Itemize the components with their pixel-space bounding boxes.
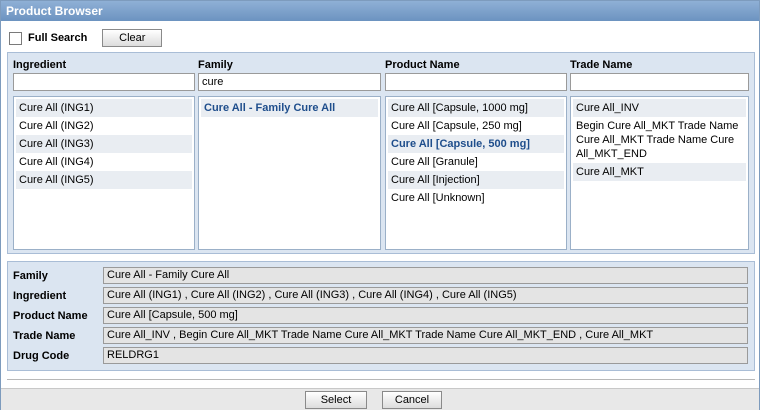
detail-row-ingredient: Ingredient Cure All (ING1) , Cure All (I… [8,287,754,305]
full-search-label: Full Search [28,32,88,44]
detail-family-value: Cure All - Family Cure All [103,267,748,284]
list-item[interactable]: Cure All [Capsule, 250 mg] [388,117,564,135]
list-item[interactable]: Cure All [Unknown] [388,189,564,207]
list-item[interactable]: Cure All_INV [573,99,746,117]
detail-product-name-value: Cure All [Capsule, 500 mg] [103,307,748,324]
list-item[interactable]: Cure All (ING3) [16,135,192,153]
trade-name-header: Trade Name [570,59,633,71]
list-item[interactable]: Cure All [Capsule, 1000 mg] [388,99,564,117]
detail-ingredient-value: Cure All (ING1) , Cure All (ING2) , Cure… [103,287,748,304]
detail-trade-name-label: Trade Name [13,330,76,342]
list-item[interactable]: Cure All_MKT [573,163,746,181]
detail-family-label: Family [13,270,48,282]
trade-name-filter-input[interactable] [570,73,749,91]
clear-button[interactable]: Clear [102,29,163,47]
detail-row-trade-name: Trade Name Cure All_INV , Begin Cure All… [8,327,754,345]
list-item[interactable]: Cure All [Injection] [388,171,564,189]
product-name-filter-input[interactable] [385,73,567,91]
list-item[interactable]: Cure All (ING4) [16,153,192,171]
detail-row-family: Family Cure All - Family Cure All [8,267,754,285]
product-name-list[interactable]: Cure All [Capsule, 1000 mg] Cure All [Ca… [385,96,567,250]
cancel-button[interactable]: Cancel [382,391,442,409]
select-button[interactable]: Select [305,391,367,409]
list-item[interactable]: Cure All (ING2) [16,117,192,135]
ingredient-filter-input[interactable] [13,73,195,91]
detail-drug-code-value: RELDRG1 [103,347,748,364]
full-search-checkbox[interactable] [9,31,22,45]
ingredient-header: Ingredient [13,59,67,71]
list-item[interactable]: Cure All (ING1) [16,99,192,117]
product-browser-window: Product Browser Full Search Clear Ingred… [0,0,760,410]
divider [7,379,755,380]
ingredient-list[interactable]: Cure All (ING1) Cure All (ING2) Cure All… [13,96,195,250]
detail-trade-name-value: Cure All_INV , Begin Cure All_MKT Trade … [103,327,748,344]
list-item[interactable]: Cure All (ING5) [16,171,192,189]
browser-panel: Ingredient Cure All (ING1) Cure All (ING… [7,52,755,254]
family-header: Family [198,59,233,71]
detail-row-product-name: Product Name Cure All [Capsule, 500 mg] [8,307,754,325]
family-filter-input[interactable] [198,73,381,91]
detail-product-name-label: Product Name [13,310,88,322]
search-options: Full Search Clear [9,28,163,48]
product-name-header: Product Name [385,59,460,71]
list-item[interactable]: Begin Cure All_MKT Trade Name Cure All_M… [573,117,746,163]
detail-drug-code-label: Drug Code [13,350,70,362]
list-item[interactable]: Cure All [Granule] [388,153,564,171]
family-list[interactable]: Cure All - Family Cure All [198,96,381,250]
list-item[interactable]: Cure All [Capsule, 500 mg] [388,135,564,153]
trade-name-list[interactable]: Cure All_INV Begin Cure All_MKT Trade Na… [570,96,749,250]
detail-ingredient-label: Ingredient [13,290,67,302]
list-item[interactable]: Cure All - Family Cure All [201,99,378,117]
detail-row-drug-code: Drug Code RELDRG1 [8,347,754,365]
details-panel: Family Cure All - Family Cure All Ingred… [7,261,755,371]
dialog-footer: Select Cancel [1,388,759,410]
window-title: Product Browser [1,1,759,21]
